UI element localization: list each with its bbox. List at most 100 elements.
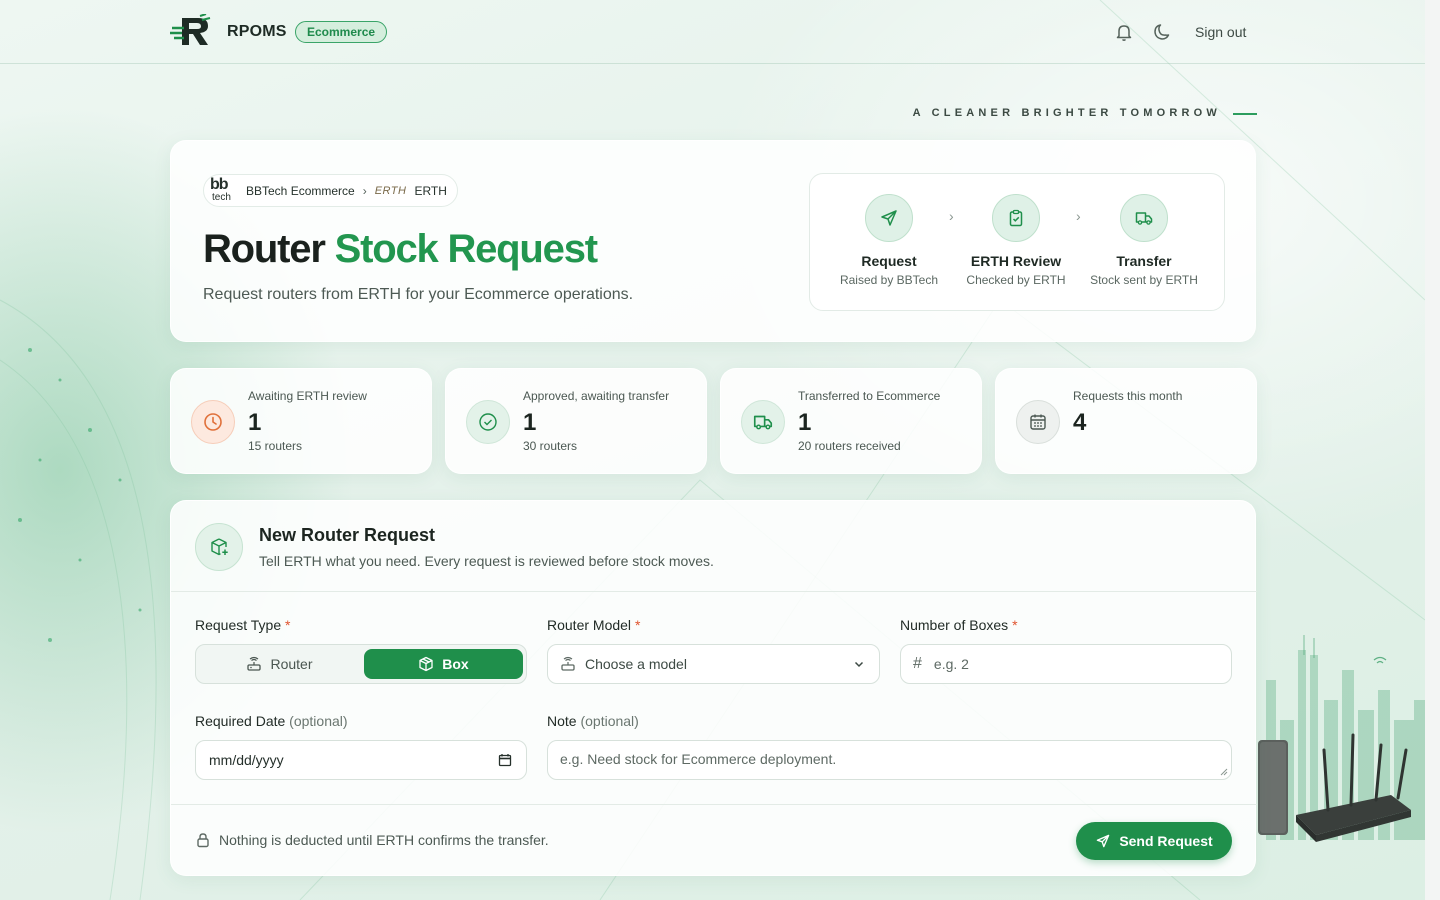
send-request-button[interactable]: Send Request [1076,822,1232,860]
date-placeholder: mm/dd/yyyy [209,752,284,768]
tagline: A CLEANER BRIGHTER TOMORROW [912,107,1221,119]
required-date-label: Required Date (optional) [195,713,348,729]
stat-label: Awaiting ERTH review [248,389,367,403]
clock-icon [204,413,222,431]
lock-icon [197,833,209,848]
textarea-placeholder: e.g. Need stock for Ecommerce deployment… [560,751,837,767]
step-subtitle: Checked by ERTH [966,273,1066,287]
router-model-select[interactable]: Choose a model [547,644,880,684]
select-placeholder: Choose a model [585,656,687,672]
router-icon [247,656,262,671]
step-subtitle: Raised by BBTech [839,273,939,287]
box-icon [419,656,433,672]
form-title: New Router Request [259,525,436,545]
form-divider [171,591,1257,592]
breadcrumb-from: BBTech Ecommerce [246,183,355,198]
option-label: Box [442,656,469,672]
stat-value: 1 [523,409,537,436]
workspace-badge: Ecommerce [295,21,388,43]
send-request-label: Send Request [1119,833,1213,849]
stat-subtext: 20 routers received [798,439,901,453]
router-model-label: Router Model * [547,617,640,633]
optional-mark: (optional) [580,713,639,729]
stat-subtext: 15 routers [248,439,303,453]
input-placeholder: e.g. 2 [933,656,969,672]
package-plus-icon [211,538,228,556]
breadcrumb: bb tech BBTech Ecommerce › ERTH ERTH [203,174,458,207]
stat-card-transferred: Transferred to Ecommerce 1 20 routers re… [720,368,982,474]
number-of-boxes-input[interactable]: # e.g. 2 [900,644,1232,684]
sign-out-link[interactable]: Sign out [1195,24,1246,40]
label-text: Request Type [195,617,282,633]
workflow-steps: Request Raised by BBTech › ERTH Review C… [809,173,1225,311]
page-title-main: Router [203,227,326,271]
form-footer-divider [171,804,1257,805]
required-mark: * [285,617,291,633]
label-text: Required Date [195,713,286,729]
city-skyline-illustration [1258,635,1425,842]
footer-note-text: Nothing is deducted until ERTH confirms … [219,832,549,848]
request-type-router-option[interactable]: Router [200,649,359,679]
truck-icon [1135,212,1153,225]
stat-value: 4 [1073,409,1087,436]
breadcrumb-to: ERTH [414,183,447,198]
hero-card: bb tech BBTech Ecommerce › ERTH ERTH Rout… [170,140,1256,342]
required-date-input[interactable]: mm/dd/yyyy [195,740,527,780]
request-type-label: Request Type * [195,617,290,633]
send-icon [1097,834,1110,848]
form-subtitle: Tell ERTH what you need. Every request i… [259,553,714,569]
stat-value: 1 [248,409,262,436]
send-icon [881,210,897,226]
check-circle-icon [479,413,497,431]
stat-label: Requests this month [1073,389,1183,403]
optional-mark: (optional) [289,713,348,729]
top-navigation-bar: RPOMS Ecommerce Sign out [0,0,1425,64]
step-erth-review: ERTH Review Checked by ERTH [946,194,1086,287]
request-type-toggle: Router Box [195,644,527,684]
erth-logo: ERTH [374,184,407,197]
stat-card-requests-month: Requests this month 4 [995,368,1257,474]
step-title: Transfer [1116,253,1172,269]
number-of-boxes-label: Number of Boxes * [900,617,1018,633]
new-request-form: New Router Request Tell ERTH what you ne… [170,500,1257,876]
label-text: Router Model [547,617,632,633]
router-icon [561,656,575,671]
label-text: Note [547,713,577,729]
page-title: Router Stock Request [203,227,598,272]
page-title-accent: Stock Request [334,227,598,271]
step-title: ERTH Review [970,253,1062,269]
rpoms-logo [170,14,211,45]
note-textarea[interactable]: e.g. Need stock for Ecommerce deployment… [547,740,1232,780]
calendar-icon[interactable] [498,753,512,767]
label-text: Number of Boxes [900,617,1009,633]
page-subtitle: Request routers from ERTH for your Ecomm… [203,286,634,303]
required-mark: * [1012,617,1018,633]
stat-subtext: 30 routers [523,439,578,453]
bell-icon[interactable] [1114,22,1134,42]
request-type-box-option[interactable]: Box [364,649,523,679]
calendar-icon [1030,414,1046,430]
step-title: Request [861,253,917,269]
option-label: Router [270,656,313,672]
bbtech-logo: bb tech [210,175,231,203]
clipboard-check-icon [1009,209,1023,227]
stat-label: Transferred to Ecommerce [798,389,941,403]
step-subtitle: Stock sent by ERTH [1090,273,1198,287]
footer-note: Nothing is deducted until ERTH confirms … [195,832,549,848]
truck-icon [753,415,773,430]
brand-name: RPOMS [227,23,287,40]
chevron-down-icon [854,661,864,668]
tagline-accent-line [1233,113,1257,115]
resize-handle-icon[interactable] [1220,768,1228,776]
moon-icon[interactable] [1152,22,1172,42]
stat-card-approved: Approved, awaiting transfer 1 30 routers [445,368,707,474]
required-mark: * [634,617,641,633]
hash-icon: # [913,655,922,672]
step-request: Request Raised by BBTech [819,194,959,287]
step-transfer: Transfer Stock sent by ERTH [1074,194,1214,287]
page-scrollbar[interactable] [1425,0,1440,900]
stat-card-awaiting-review: Awaiting ERTH review 1 15 routers [170,368,432,474]
stat-value: 1 [798,409,812,436]
stat-label: Approved, awaiting transfer [523,389,670,403]
note-label: Note (optional) [547,713,639,729]
